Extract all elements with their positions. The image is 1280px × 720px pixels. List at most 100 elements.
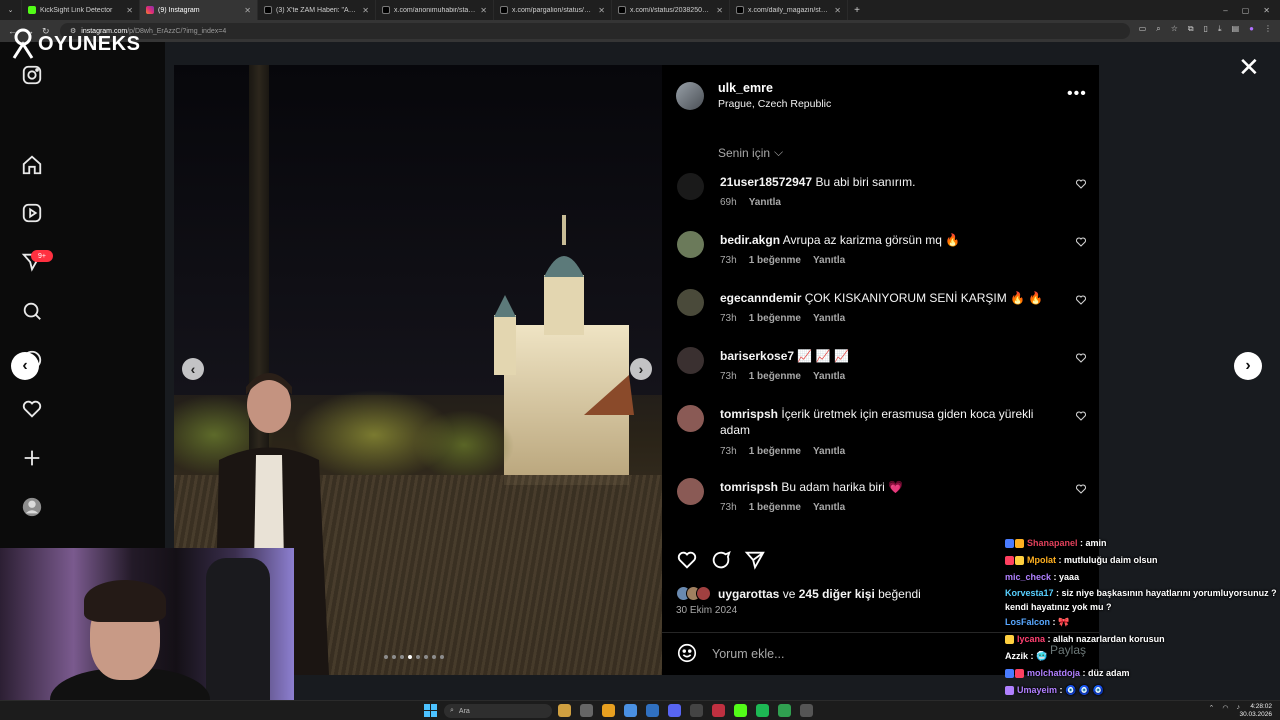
commenter-avatar[interactable] <box>677 405 704 432</box>
spotify-icon[interactable] <box>756 704 769 717</box>
browser-tab[interactable]: x.com/anonimuhabir/status/20 ✕ <box>376 0 494 20</box>
comment-sort-dropdown[interactable]: Senin için ⌵ <box>718 145 783 160</box>
comment-input[interactable]: Yorum ekle... <box>712 647 785 661</box>
commenter-username[interactable]: tomrispsh <box>720 407 778 421</box>
reply-button[interactable]: Yanıtla <box>749 197 781 208</box>
cast-icon[interactable]: ▭ <box>1139 24 1147 34</box>
url-field[interactable]: ⚙ instagram.com/p/D8wh_ErAzzC/?img_index… <box>60 23 1130 39</box>
sidebar-toggle-icon[interactable]: ▯ <box>1204 24 1208 34</box>
comment-like-heart-icon[interactable] <box>1075 235 1087 247</box>
reply-button[interactable]: Yanıtla <box>813 446 845 457</box>
comment-likes[interactable]: 1 beğenme <box>749 313 801 324</box>
taskbar-clock[interactable]: 4:28:02 30.03.2026 <box>1239 703 1272 719</box>
liked-by-user[interactable]: uygarottas <box>718 587 779 601</box>
browser-tab[interactable]: x.com/pargalion/status/20385 ✕ <box>494 0 612 20</box>
commenter-username[interactable]: tomrispsh <box>720 480 778 494</box>
commenter-username[interactable]: bedir.akgn <box>720 233 780 247</box>
menu-icon[interactable]: ⋮ <box>1264 24 1272 34</box>
chrome-icon[interactable] <box>624 704 637 717</box>
close-tab-icon[interactable]: ✕ <box>834 6 841 15</box>
reply-button[interactable]: Yanıtla <box>813 255 845 266</box>
reply-button[interactable]: Yanıtla <box>813 371 845 382</box>
comment-like-heart-icon[interactable] <box>1075 177 1087 189</box>
obs-icon[interactable] <box>690 704 703 717</box>
reels-icon[interactable] <box>21 202 43 224</box>
commenter-avatar[interactable] <box>677 231 704 258</box>
profile-avatar[interactable] <box>21 496 43 518</box>
extensions-icon[interactable]: ⧉ <box>1188 24 1194 34</box>
commenter-avatar[interactable] <box>677 289 704 316</box>
liked-by-others[interactable]: 245 diğer kişi <box>799 587 875 601</box>
commenter-username[interactable]: 21user18572947 <box>720 175 812 189</box>
commenter-username[interactable]: bariserkose7 <box>720 349 794 363</box>
app-misc-icon[interactable] <box>800 704 813 717</box>
poster-avatar[interactable] <box>676 82 704 110</box>
instagram-icon[interactable] <box>21 64 43 86</box>
share-send-icon[interactable] <box>744 549 766 576</box>
emoji-icon[interactable] <box>676 642 698 667</box>
poster-username[interactable]: ulk_emre <box>718 81 773 95</box>
download-icon[interactable]: ⤓ <box>1218 24 1222 34</box>
commenter-username[interactable]: egecanndemir <box>720 291 801 305</box>
kick-icon[interactable] <box>734 704 747 717</box>
browser-tab[interactable]: x.com/i/status/203825095890 ✕ <box>612 0 730 20</box>
comment-like-heart-icon[interactable] <box>1075 351 1087 363</box>
close-tab-icon[interactable]: ✕ <box>362 6 369 15</box>
comment-likes[interactable]: 1 beğenme <box>749 502 801 513</box>
app-icon[interactable] <box>712 704 725 717</box>
browser-tab[interactable]: (3) X'te ZAM Haberi: "Aksaray'd✕ <box>258 0 376 20</box>
next-post-button[interactable]: › <box>1234 352 1262 380</box>
home-icon[interactable] <box>21 154 43 176</box>
taskbar-search[interactable]: ⌕ Ara <box>444 704 552 718</box>
file-explorer-icon[interactable] <box>602 704 615 717</box>
reply-button[interactable]: Yanıtla <box>813 502 845 513</box>
more-options-button[interactable]: ••• <box>1067 85 1087 103</box>
comment-like-heart-icon[interactable] <box>1075 482 1087 494</box>
discord-icon[interactable] <box>668 704 681 717</box>
prev-post-button[interactable]: ‹ <box>11 352 39 380</box>
task-view-icon[interactable] <box>580 704 593 717</box>
reply-button[interactable]: Yanıtla <box>813 313 845 324</box>
close-post-button[interactable]: ✕ <box>1238 54 1260 80</box>
notifications-heart-icon[interactable] <box>21 398 43 420</box>
comment-likes[interactable]: 1 beğenme <box>749 255 801 266</box>
browser-tab[interactable]: (9) Instagram ✕ <box>140 0 258 20</box>
minimize-icon[interactable]: – <box>1223 6 1227 15</box>
start-button[interactable] <box>424 704 437 717</box>
create-icon[interactable] <box>21 447 43 469</box>
app-green-icon[interactable] <box>778 704 791 717</box>
close-tab-icon[interactable]: ✕ <box>598 6 605 15</box>
comment-like-heart-icon[interactable] <box>1075 409 1087 421</box>
zoom-icon[interactable]: ⌕ <box>1156 24 1160 34</box>
maximize-icon[interactable]: ▢ <box>1242 6 1250 15</box>
edge-icon[interactable] <box>646 704 659 717</box>
close-tab-icon[interactable]: ✕ <box>244 6 251 15</box>
tab-list-button[interactable]: ⌄ <box>0 0 22 20</box>
browser-tab[interactable]: x.com/daily_magazin/status/20✕ <box>730 0 848 20</box>
like-heart-icon[interactable] <box>676 549 698 576</box>
chevron-up-icon[interactable]: ⌃ <box>1209 704 1215 712</box>
commenter-avatar[interactable] <box>677 347 704 374</box>
kicksight-favicon-icon <box>28 6 36 14</box>
comment-bubble-icon[interactable] <box>710 549 732 576</box>
post-location[interactable]: Prague, Czech Republic <box>718 98 831 110</box>
comment-like-heart-icon[interactable] <box>1075 293 1087 305</box>
profile-icon[interactable]: ● <box>1249 24 1254 34</box>
weather-icon[interactable] <box>558 704 571 717</box>
close-window-icon[interactable]: ✕ <box>1263 6 1270 15</box>
wifi-icon[interactable]: ◠ <box>1222 704 1228 712</box>
close-tab-icon[interactable]: ✕ <box>716 6 723 15</box>
browser-tab[interactable]: KickSight Link Detector ✕ <box>22 0 140 20</box>
photo-next-button[interactable]: › <box>630 358 652 380</box>
close-tab-icon[interactable]: ✕ <box>126 6 133 15</box>
commenter-avatar[interactable] <box>677 173 704 200</box>
photo-prev-button[interactable]: ‹ <box>182 358 204 380</box>
search-icon[interactable] <box>21 300 43 322</box>
comment-likes[interactable]: 1 beğenme <box>749 371 801 382</box>
commenter-avatar[interactable] <box>677 478 704 505</box>
close-tab-icon[interactable]: ✕ <box>480 6 487 15</box>
bookmark-star-icon[interactable]: ☆ <box>1171 24 1178 34</box>
new-tab-button[interactable]: + <box>848 5 866 16</box>
comment-likes[interactable]: 1 beğenme <box>749 446 801 457</box>
split-icon[interactable]: ▤ <box>1232 24 1240 34</box>
